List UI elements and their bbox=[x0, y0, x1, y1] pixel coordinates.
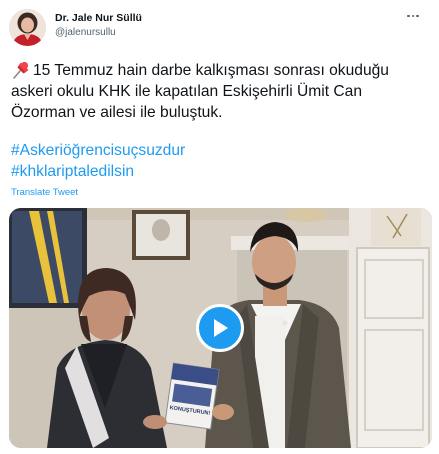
play-icon[interactable] bbox=[196, 304, 244, 352]
hashtag-link[interactable]: #Askeriöğrencisuçsuzdur bbox=[11, 142, 185, 160]
author-handle[interactable]: @jalenursullu bbox=[55, 27, 116, 38]
avatar[interactable] bbox=[9, 9, 46, 46]
tweet-text-line-3: Özorman ve ailesi ile buluştuk. bbox=[11, 104, 223, 121]
hashtag-link[interactable]: #khklariptaledilsin bbox=[11, 163, 134, 181]
tweet-text-line-1: 15 Temmuz hain darbe kalkışması sonrası … bbox=[33, 62, 389, 79]
pushpin-icon bbox=[11, 61, 31, 79]
more-dots-icon[interactable] bbox=[401, 8, 425, 24]
tweet-text-line-2: askeri okulu KHK ile kapatılan Eskişehir… bbox=[11, 83, 362, 100]
dot bbox=[407, 14, 410, 18]
tweet-card: Dr. Jale Nur Süllü @jalenursullu 15 Temm… bbox=[0, 0, 439, 454]
dot bbox=[416, 14, 419, 18]
translate-tweet-link[interactable]: Translate Tweet bbox=[11, 187, 78, 198]
author-display-name[interactable]: Dr. Jale Nur Süllü bbox=[55, 12, 142, 24]
dot bbox=[411, 14, 415, 18]
